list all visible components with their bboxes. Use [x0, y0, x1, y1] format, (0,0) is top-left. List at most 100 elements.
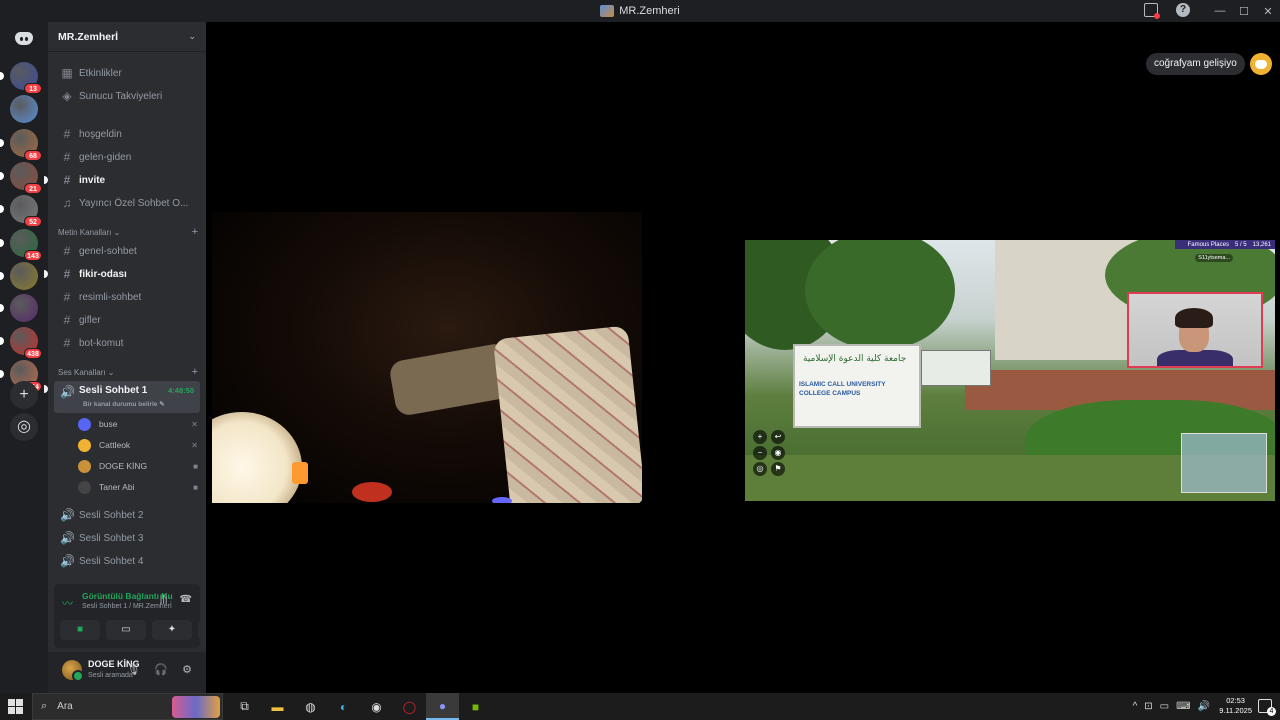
add-channel-icon[interactable]: +	[192, 366, 198, 378]
screen-share-tile[interactable]: جامعة كلية الدعوة الإسلامية ISLAMIC CALL…	[745, 240, 1275, 501]
taskbar-clock[interactable]: 02:53 9.11.2025	[1219, 696, 1252, 716]
compass-icon[interactable]: ◎	[753, 462, 767, 476]
close-button[interactable]: ✕	[1256, 5, 1280, 18]
camera-stream-tile[interactable]	[212, 212, 642, 503]
channel-item[interactable]: ♫ Yayıncı Özel Sohbet O...	[54, 193, 200, 213]
chevron-down-icon: ⌄	[188, 31, 196, 41]
connection-channel[interactable]: Sesli Sohbet 1 / MR.Zemherİ	[82, 603, 172, 610]
channel-item[interactable]: # resimli-sohbet	[54, 287, 200, 307]
guild-header[interactable]: MR.Zemherİ ⌄	[48, 22, 206, 52]
opera-icon[interactable]: ◯	[393, 693, 426, 720]
channel-item[interactable]: # hoşgeldin	[54, 124, 200, 144]
camera-icon[interactable]: ■	[60, 620, 100, 640]
zoom-out-icon[interactable]: −	[753, 446, 767, 460]
chevron-up-icon[interactable]: ^	[1133, 701, 1138, 712]
server-icon[interactable]: 438	[0, 327, 42, 359]
guild-name: MR.Zemherİ	[58, 30, 119, 43]
channel-item[interactable]: # invite	[44, 170, 200, 190]
server-icon[interactable]: 13	[0, 62, 42, 94]
channel-category[interactable]: Metin Kanalları ⌄ +	[58, 225, 198, 239]
unread-indicator	[0, 370, 4, 378]
maximize-button[interactable]: ☐	[1232, 5, 1256, 18]
disconnect-icon[interactable]: ☎	[180, 594, 192, 605]
avatar[interactable]	[62, 660, 84, 682]
channel-item[interactable]: # fikir-odası	[44, 264, 200, 284]
device-icon[interactable]: ⊡	[1144, 701, 1152, 712]
channel-item[interactable]: # bot-komut	[54, 333, 200, 353]
server-icon[interactable]: 21	[0, 162, 42, 194]
speaker-icon: 🔊	[60, 385, 75, 399]
discover-icon[interactable]: ◎	[10, 413, 38, 441]
avatar	[78, 417, 91, 431]
voice-channel-active[interactable]: 🔊 Sesli Sohbet 1 4:48:50 Bir kanal durumu b…	[44, 381, 200, 413]
add-channel-icon[interactable]: +	[192, 226, 198, 238]
inbox-icon[interactable]	[1144, 3, 1160, 19]
hash-icon: #	[63, 336, 71, 350]
voice-channel[interactable]: 🔊 Sesli Sohbet 3	[54, 528, 200, 548]
add-server-icon[interactable]: +	[10, 381, 38, 409]
notification-icon[interactable]	[1258, 699, 1276, 716]
speaker-icon: 🔊	[60, 508, 75, 522]
voice-user[interactable]: DOGE KİNG ■	[78, 456, 198, 476]
chrome-icon[interactable]: ◉	[360, 693, 393, 720]
channel-label: Etkinlikler	[79, 67, 122, 79]
server-icon[interactable]: 52	[0, 195, 42, 227]
discord-logo-icon	[15, 31, 33, 45]
minimap[interactable]	[1181, 433, 1267, 493]
home-button[interactable]	[10, 24, 38, 52]
channel-sidebar: MR.Zemherİ ⌄ ▦ Etkinlikler ◈ Sunucu Takviye…	[44, 22, 238, 693]
voice-user-name: buse	[99, 419, 118, 429]
flag-icon[interactable]: ⚑	[771, 462, 785, 476]
pin-icon[interactable]: ◉	[771, 446, 785, 460]
voice-user[interactable]: Cattleok ✕	[78, 435, 198, 455]
voice-user[interactable]: Taner Abi ■	[78, 477, 198, 497]
channel-item[interactable]: # genel-sohbet	[54, 241, 200, 261]
server-icon[interactable]	[0, 262, 38, 290]
activity-icon[interactable]: ✦	[152, 620, 192, 640]
keyboard-icon[interactable]: ⌨	[1176, 701, 1190, 712]
undo-icon[interactable]: ↩	[771, 430, 785, 444]
speaker-avatar[interactable]	[1250, 53, 1272, 75]
channel-label: hoşgeldin	[79, 128, 122, 140]
nvidia-icon[interactable]: ■	[459, 693, 492, 720]
server-icon[interactable]: 68	[0, 129, 42, 161]
round-counter: 5 / 5	[1234, 241, 1247, 248]
channel-item[interactable]: # gelen-giden	[54, 147, 200, 167]
game-topbar: Famous Places 5 / 5 13,261	[1175, 240, 1275, 249]
stage-icon: ♫	[62, 196, 72, 210]
start-button[interactable]	[8, 699, 23, 714]
channel-category[interactable]: Ses Kanalları ⌄ +	[58, 365, 198, 379]
server-icon[interactable]	[10, 95, 38, 123]
task-view-icon[interactable]: ⧉	[228, 693, 261, 720]
help-icon[interactable]: ?	[1176, 3, 1190, 17]
channel-status-prompt[interactable]: Bir kanal durumu belirle ✎	[83, 400, 165, 408]
headphones-icon[interactable]: 🎧	[154, 663, 168, 676]
steam-icon[interactable]: ◍	[294, 693, 327, 720]
volume-icon[interactable]: 🔊	[1198, 701, 1210, 712]
nav-item[interactable]: ◈ Sunucu Takviyeleri	[54, 86, 200, 106]
gear-icon[interactable]: ⚙	[182, 663, 192, 676]
discord-app-icon[interactable]: ●	[426, 693, 459, 720]
server-icon[interactable]	[0, 294, 38, 322]
minimize-button[interactable]: —	[1208, 5, 1232, 17]
file-explorer-icon[interactable]: ▬	[261, 693, 294, 720]
server-icon[interactable]: 143	[0, 229, 42, 261]
zoom-in-icon[interactable]: +	[753, 430, 767, 444]
hash-icon: #	[63, 290, 71, 304]
voice-channel[interactable]: 🔊 Sesli Sohbet 4	[54, 551, 200, 571]
category-label: Metin Kanalları ⌄	[58, 227, 121, 237]
network-icon[interactable]: ▭	[1160, 701, 1169, 712]
user-panel: DOGE KİNG Sesli aramada 🎙 🎧 ⚙	[48, 652, 206, 693]
noise-suppression-icon[interactable]: |||	[160, 594, 168, 605]
edge-icon[interactable]: ◐	[327, 693, 360, 720]
video-icon: ■	[193, 482, 198, 492]
taskbar-search[interactable]: ⌕ Ara	[32, 693, 223, 720]
voice-user[interactable]: buse ✕	[78, 414, 198, 434]
channel-item[interactable]: # gifler	[54, 310, 200, 330]
screen-share-icon[interactable]: ▭	[106, 620, 146, 640]
nav-item[interactable]: ▦ Etkinlikler	[54, 63, 200, 83]
hash-icon: #	[63, 150, 71, 164]
microphone-icon[interactable]: 🎙	[126, 663, 140, 676]
channel-label: fikir-odası	[79, 268, 127, 280]
voice-channel[interactable]: 🔊 Sesli Sohbet 2	[54, 505, 200, 525]
